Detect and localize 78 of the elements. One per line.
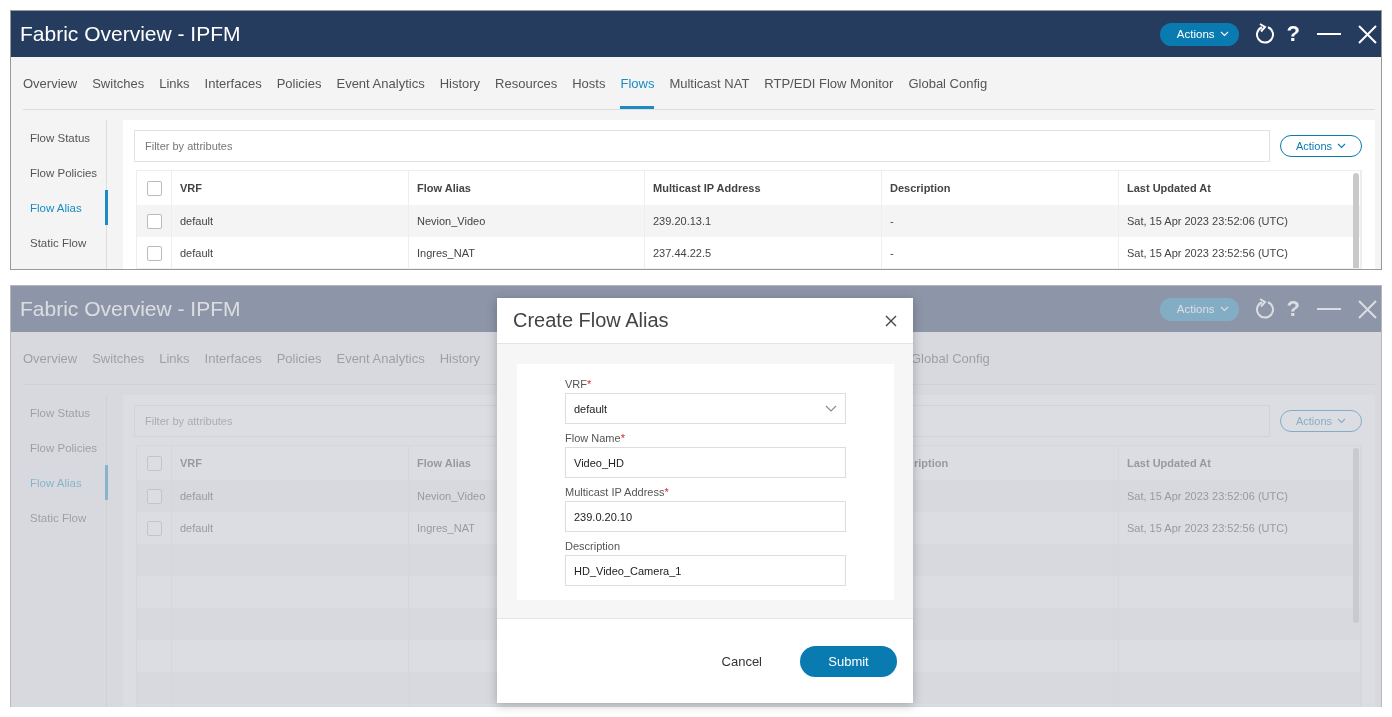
- table-cell: Sat, 15 Apr 2023 23:52:06 (UTC): [1127, 215, 1288, 227]
- column-header: Last Updated At: [1127, 457, 1211, 469]
- sidebar-item[interactable]: Flow Status: [23, 120, 108, 155]
- refresh-icon: [1253, 23, 1276, 45]
- checkbox[interactable]: [147, 213, 162, 229]
- table-cell: -: [890, 215, 894, 227]
- caret-icon: [1219, 31, 1229, 37]
- sidebar-item[interactable]: Flow Alias: [23, 190, 108, 225]
- column-header: Description: [890, 182, 951, 194]
- table-cell: Ingres_NAT: [417, 247, 475, 259]
- cancel-button[interactable]: Cancel: [713, 647, 770, 675]
- table-cell: default: [180, 490, 214, 502]
- text-field[interactable]: Video_HD: [565, 447, 846, 478]
- filter-field[interactable]: Filter by attributes: [134, 130, 1270, 162]
- close-icon: [885, 314, 897, 327]
- checkbox[interactable]: [147, 180, 162, 196]
- tab[interactable]: Resources: [495, 57, 558, 109]
- tab[interactable]: Multicast NAT: [669, 57, 750, 109]
- sidebar-item[interactable]: Static Flow: [23, 225, 108, 260]
- vrf-dropdown[interactable]: default: [565, 393, 846, 424]
- tab[interactable]: Event Analytics: [336, 57, 425, 109]
- window-title: Fabric Overview - IPFM: [20, 297, 241, 321]
- table-cell: 237.44.22.5: [653, 247, 712, 259]
- tab[interactable]: Links: [159, 57, 190, 109]
- text-field[interactable]: HD_Video_Camera_1: [565, 555, 846, 586]
- table-cell: default: [180, 215, 214, 227]
- table-cell: default: [180, 247, 214, 259]
- tab[interactable]: Hosts: [572, 57, 606, 109]
- field-label: Multicast IP Address*: [565, 486, 670, 498]
- close-icon: [1358, 299, 1377, 319]
- tab[interactable]: Switches: [92, 57, 145, 109]
- help-button[interactable]: ?: [1286, 21, 1300, 47]
- checkbox[interactable]: [147, 520, 162, 536]
- caret-icon: [1337, 418, 1347, 424]
- minimize-icon: [1317, 307, 1341, 311]
- tab[interactable]: Flows: [620, 57, 655, 109]
- refresh-icon: [1253, 298, 1276, 320]
- dialog-title: Create Flow Alias: [513, 309, 669, 332]
- caret-icon: [1219, 306, 1229, 312]
- table-cell: -: [890, 247, 894, 259]
- column-header: ription: [914, 457, 949, 469]
- checkbox[interactable]: [147, 455, 162, 471]
- column-header: VRF: [180, 182, 202, 194]
- caret-icon: [1337, 143, 1347, 149]
- table-cell: Sat, 15 Apr 2023 23:52:06 (UTC): [1127, 490, 1288, 502]
- tab[interactable]: Policies: [276, 57, 322, 109]
- minimize-icon: [1317, 32, 1341, 36]
- actions-button[interactable]: Actions: [1280, 135, 1362, 157]
- field-label: Flow Name*: [565, 432, 626, 444]
- table-cell: Nevion_Video: [417, 215, 486, 227]
- field-label: Description: [565, 540, 622, 552]
- field-label: VRF*: [565, 378, 593, 390]
- close-button[interactable]: [885, 314, 897, 327]
- actions-button[interactable]: Actions: [1159, 22, 1239, 46]
- column-header: Last Updated At: [1127, 182, 1211, 194]
- tab[interactable]: Interfaces: [204, 57, 262, 109]
- checkbox[interactable]: [147, 245, 162, 261]
- tab[interactable]: RTP/EDI Flow Monitor: [764, 57, 894, 109]
- tab[interactable]: History: [439, 57, 481, 109]
- column-header: Flow Alias: [417, 182, 471, 194]
- column-header: Flow Alias: [417, 457, 471, 469]
- table-cell: Ingres_NAT: [417, 522, 475, 534]
- window-title: Fabric Overview - IPFM: [20, 22, 241, 46]
- table-cell: Nevion_Video: [417, 490, 486, 502]
- chevron-down-icon: [825, 405, 837, 412]
- tab[interactable]: Global Config: [908, 57, 988, 109]
- column-header: Multicast IP Address: [653, 182, 761, 194]
- sidebar-item[interactable]: Flow Policies: [23, 155, 108, 190]
- table-cell: 239.20.13.1: [653, 215, 712, 227]
- close-icon: [1358, 24, 1377, 44]
- table-cell: Sat, 15 Apr 2023 23:52:56 (UTC): [1127, 522, 1288, 534]
- text-field[interactable]: 239.0.20.10: [565, 501, 846, 532]
- checkbox[interactable]: [147, 488, 162, 504]
- submit-button[interactable]: Submit: [800, 645, 897, 677]
- column-header: VRF: [180, 457, 202, 469]
- table-cell: default: [180, 522, 214, 534]
- tab[interactable]: Overview: [23, 57, 78, 109]
- table-cell: Sat, 15 Apr 2023 23:52:56 (UTC): [1127, 247, 1288, 259]
